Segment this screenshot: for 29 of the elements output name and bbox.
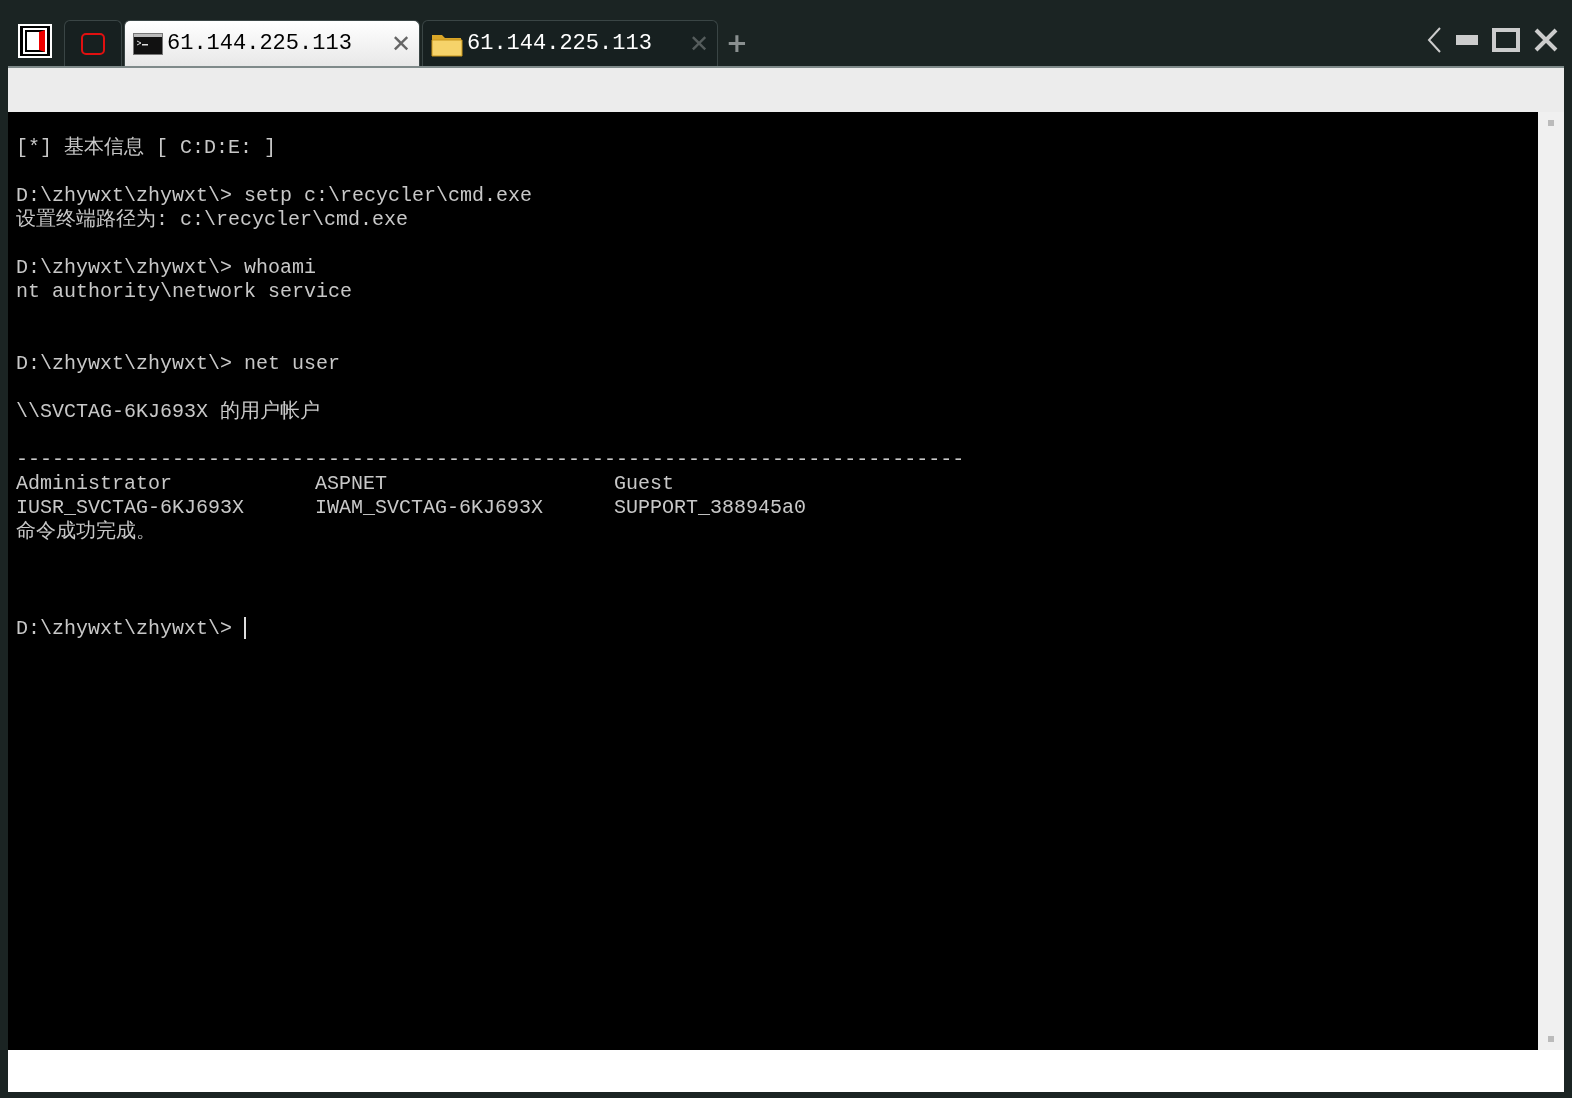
text-cursor xyxy=(244,617,247,639)
user-name: Guest xyxy=(614,472,675,496)
terminal-line: 命令成功完成。 xyxy=(16,520,157,544)
terminal-line: D:\zhywxt\zhywxt\> setp c:\recycler\cmd.exe xyxy=(16,184,534,208)
terminal-line: nt authority\network service xyxy=(16,280,354,304)
terminal-line: [*] 基本信息 [ C:D:E: ] xyxy=(16,136,278,160)
terminal-line: D:\zhywxt\zhywxt\> whoami xyxy=(16,256,318,280)
tab[interactable]: 61.144.225.113 ✕ xyxy=(124,20,420,66)
maximize-icon[interactable] xyxy=(1492,28,1520,52)
user-name: IUSR_SVCTAG-6KJ693X xyxy=(16,496,246,520)
tab[interactable]: 61.144.225.113 ✕ xyxy=(422,20,718,66)
new-tab-button[interactable]: + xyxy=(726,28,748,58)
user-name: IWAM_SVCTAG-6KJ693X xyxy=(315,496,545,520)
tab[interactable] xyxy=(64,20,122,66)
terminal-line: \\SVCTAG-6KJ693X 的用户帐户 xyxy=(16,400,322,424)
close-icon[interactable] xyxy=(1534,28,1558,52)
scrollbar[interactable] xyxy=(1538,112,1564,1050)
terminal-icon xyxy=(133,32,163,55)
terminal-line: ------------------------------------------------------------------------------- xyxy=(16,448,966,472)
square-icon xyxy=(80,31,106,56)
user-name: Administrator xyxy=(16,472,174,496)
terminal-prompt: D:\zhywxt\zhywxt\> xyxy=(16,616,233,640)
terminal-line: D:\zhywxt\zhywxt\> net user xyxy=(16,352,342,376)
terminal-line: 设置终端路径为: c:\recycler\cmd.exe xyxy=(16,208,410,232)
app-logo-icon[interactable] xyxy=(18,24,52,58)
close-tab-button[interactable]: ✕ xyxy=(390,29,411,58)
back-icon[interactable] xyxy=(1426,26,1442,54)
user-name: ASPNET xyxy=(315,472,388,496)
user-name: SUPPORT_388945a0 xyxy=(614,496,808,520)
